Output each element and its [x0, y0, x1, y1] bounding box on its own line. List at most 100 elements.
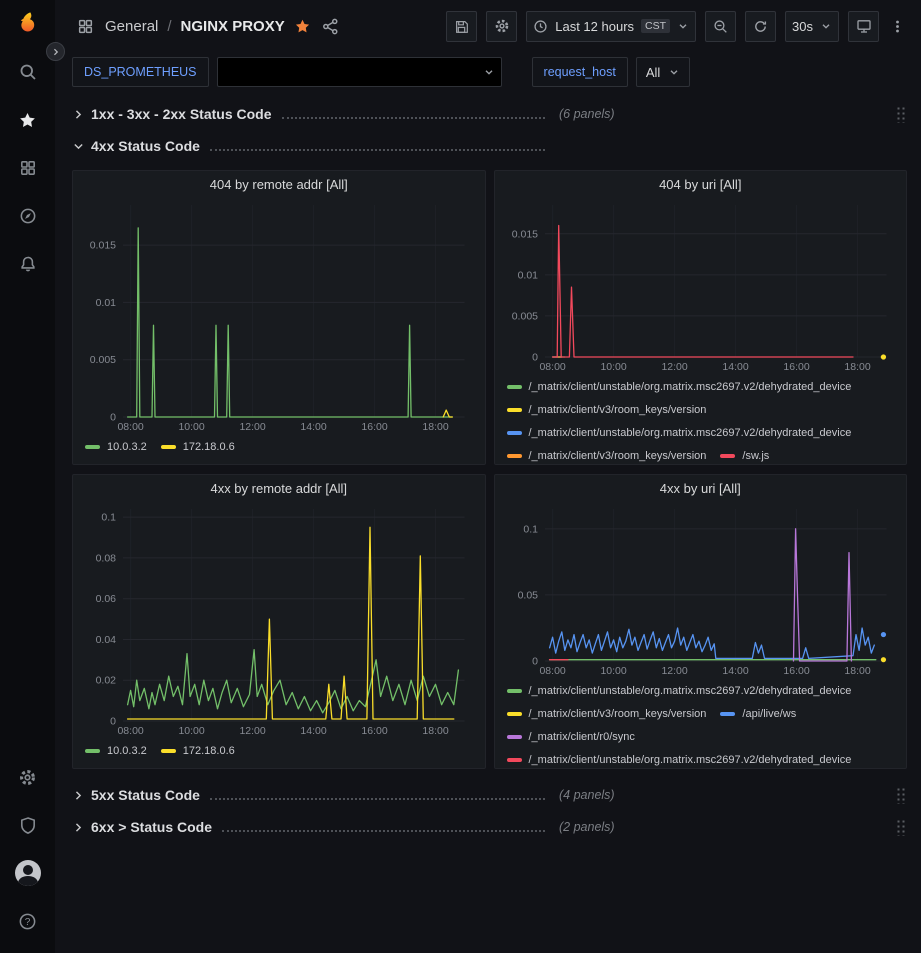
breadcrumb-section[interactable]: General	[105, 18, 158, 35]
share-icon	[322, 18, 339, 35]
sidebar-item-starred[interactable]	[0, 96, 55, 144]
svg-text:12:00: 12:00	[239, 725, 265, 737]
legend-item[interactable]: /_matrix/client/unstable/org.matrix.msc2…	[507, 679, 852, 702]
time-range-picker[interactable]: Last 12 hours CST	[526, 11, 696, 42]
row-title: 6xx > Status Code	[91, 819, 212, 835]
save-dashboard-button[interactable]	[446, 11, 477, 42]
legend-item[interactable]: 10.0.3.2	[85, 739, 147, 762]
legend-color-mark	[507, 735, 522, 739]
apps-menu-button[interactable]	[75, 16, 96, 37]
svg-text:12:00: 12:00	[661, 361, 687, 373]
row-drag-handle-icon[interactable]	[896, 819, 905, 836]
grafana-logo[interactable]	[0, 0, 55, 48]
favorite-star-button[interactable]	[294, 18, 311, 35]
time-series-chart[interactable]: 08:0010:0012:0014:0016:0018:0000.020.040…	[83, 502, 475, 738]
sidebar-item-help[interactable]: ?	[0, 897, 55, 945]
legend-label: /api/live/ws	[742, 708, 796, 720]
svg-text:18:00: 18:00	[844, 361, 870, 373]
svg-text:18:00: 18:00	[422, 725, 448, 737]
legend-item[interactable]: /_matrix/client/r0/sync	[507, 725, 635, 748]
row-drag-handle-icon[interactable]	[896, 787, 905, 804]
kebab-menu-icon	[890, 19, 905, 34]
grafana-flame-icon	[14, 10, 42, 38]
dashboards-grid-icon	[19, 159, 37, 177]
svg-text:14:00: 14:00	[722, 361, 748, 373]
sidebar-item-configuration[interactable]	[0, 753, 55, 801]
svg-text:10:00: 10:00	[178, 421, 204, 433]
variable-label-ds-prometheus[interactable]: DS_PROMETHEUS	[72, 57, 209, 87]
chevron-right-icon	[72, 108, 85, 121]
row-drag-handle-icon[interactable]	[896, 106, 905, 123]
sidebar-item-server-admin[interactable]	[0, 801, 55, 849]
zoom-out-time-button[interactable]	[705, 11, 736, 42]
panel-title[interactable]: 4xx by remote addr [All]	[83, 475, 475, 502]
legend-color-mark	[507, 385, 522, 389]
row-toggle[interactable]: 1xx - 3xx - 2xx Status Code	[72, 106, 545, 122]
refresh-interval-picker[interactable]: 30s	[785, 11, 839, 42]
svg-text:10:00: 10:00	[600, 665, 626, 677]
star-icon	[18, 111, 37, 130]
help-icon: ?	[18, 912, 37, 931]
variable-value-request-host[interactable]: All	[636, 57, 690, 87]
row-panel-count: (2 panels)	[559, 820, 615, 834]
grid-icon	[77, 18, 94, 35]
legend-item[interactable]: /_matrix/client/v3/room_keys/version	[507, 444, 707, 462]
dashboard-settings-button[interactable]	[486, 11, 517, 42]
refresh-button[interactable]	[745, 11, 776, 42]
legend-item[interactable]: /_matrix/client/v3/room_keys/version	[507, 702, 707, 725]
row-toggle[interactable]: 4xx Status Code	[72, 138, 545, 154]
panel-title[interactable]: 4xx by uri [All]	[505, 475, 897, 502]
legend-color-mark	[507, 431, 522, 435]
gear-icon	[18, 768, 37, 787]
sidebar-item-explore[interactable]	[0, 192, 55, 240]
svg-text:0: 0	[110, 716, 116, 728]
legend-item[interactable]: /api/live/ws	[720, 702, 796, 725]
share-button[interactable]	[320, 16, 341, 37]
row-title: 5xx Status Code	[91, 787, 200, 803]
legend-item[interactable]: /sw.js	[720, 444, 769, 462]
sidebar-item-profile[interactable]	[0, 849, 55, 897]
gear-icon	[494, 18, 510, 34]
legend-color-mark	[507, 758, 522, 762]
legend-item[interactable]: /_matrix/client/unstable/org.matrix.msc2…	[507, 375, 852, 398]
refresh-interval-label: 30s	[792, 19, 813, 34]
legend-item[interactable]: 172.18.0.6	[161, 435, 235, 458]
legend-item[interactable]: /_matrix/client/v3/room_keys/version	[507, 398, 707, 421]
variable-value-ds-prometheus[interactable]	[217, 57, 502, 87]
svg-text:0.01: 0.01	[517, 269, 538, 281]
cycle-view-mode-button[interactable]	[848, 11, 879, 42]
legend-color-mark	[85, 749, 100, 753]
row-toggle[interactable]: 5xx Status Code	[72, 787, 545, 803]
row-6xx: 6xx > Status Code (2 panels)	[72, 812, 907, 842]
sidebar-expand-button[interactable]	[46, 42, 65, 61]
time-series-chart[interactable]: 08:0010:0012:0014:0016:0018:0000.0050.01…	[505, 198, 897, 374]
svg-text:?: ?	[25, 917, 31, 928]
time-range-label: Last 12 hours	[555, 19, 634, 34]
svg-text:18:00: 18:00	[844, 665, 870, 677]
row-5xx: 5xx Status Code (4 panels)	[72, 780, 907, 810]
legend-label: /_matrix/client/v3/room_keys/version	[529, 450, 707, 462]
sidebar: ?	[0, 0, 55, 953]
panel-title[interactable]: 404 by uri [All]	[505, 171, 897, 198]
legend-item[interactable]: 10.0.3.2	[85, 435, 147, 458]
legend-color-mark	[507, 454, 522, 458]
sidebar-item-dashboards[interactable]	[0, 144, 55, 192]
legend-color-mark	[507, 408, 522, 412]
svg-text:0.005: 0.005	[511, 310, 537, 322]
legend-item[interactable]: 172.18.0.6	[161, 739, 235, 762]
svg-text:16:00: 16:00	[361, 725, 387, 737]
dashboard-title[interactable]: NGINX PROXY	[181, 18, 285, 35]
legend-item[interactable]: /_matrix/client/unstable/org.matrix.msc2…	[507, 421, 852, 444]
clock-icon	[533, 19, 548, 34]
panel-title[interactable]: 404 by remote addr [All]	[83, 171, 475, 198]
variable-label-request-host[interactable]: request_host	[532, 57, 628, 87]
sidebar-item-alerting[interactable]	[0, 240, 55, 288]
time-series-chart[interactable]: 08:0010:0012:0014:0016:0018:0000.050.1	[505, 502, 897, 678]
more-options-button[interactable]	[888, 17, 907, 36]
panel-404-by-remote-addr: 404 by remote addr [All] 08:0010:0012:00…	[72, 170, 486, 465]
legend-item[interactable]: /_matrix/client/unstable/org.matrix.msc2…	[507, 748, 852, 766]
time-series-chart[interactable]: 08:0010:0012:0014:0016:0018:0000.0050.01…	[83, 198, 475, 434]
legend-color-mark	[161, 445, 176, 449]
row-toggle[interactable]: 6xx > Status Code	[72, 819, 545, 835]
svg-text:16:00: 16:00	[361, 421, 387, 433]
